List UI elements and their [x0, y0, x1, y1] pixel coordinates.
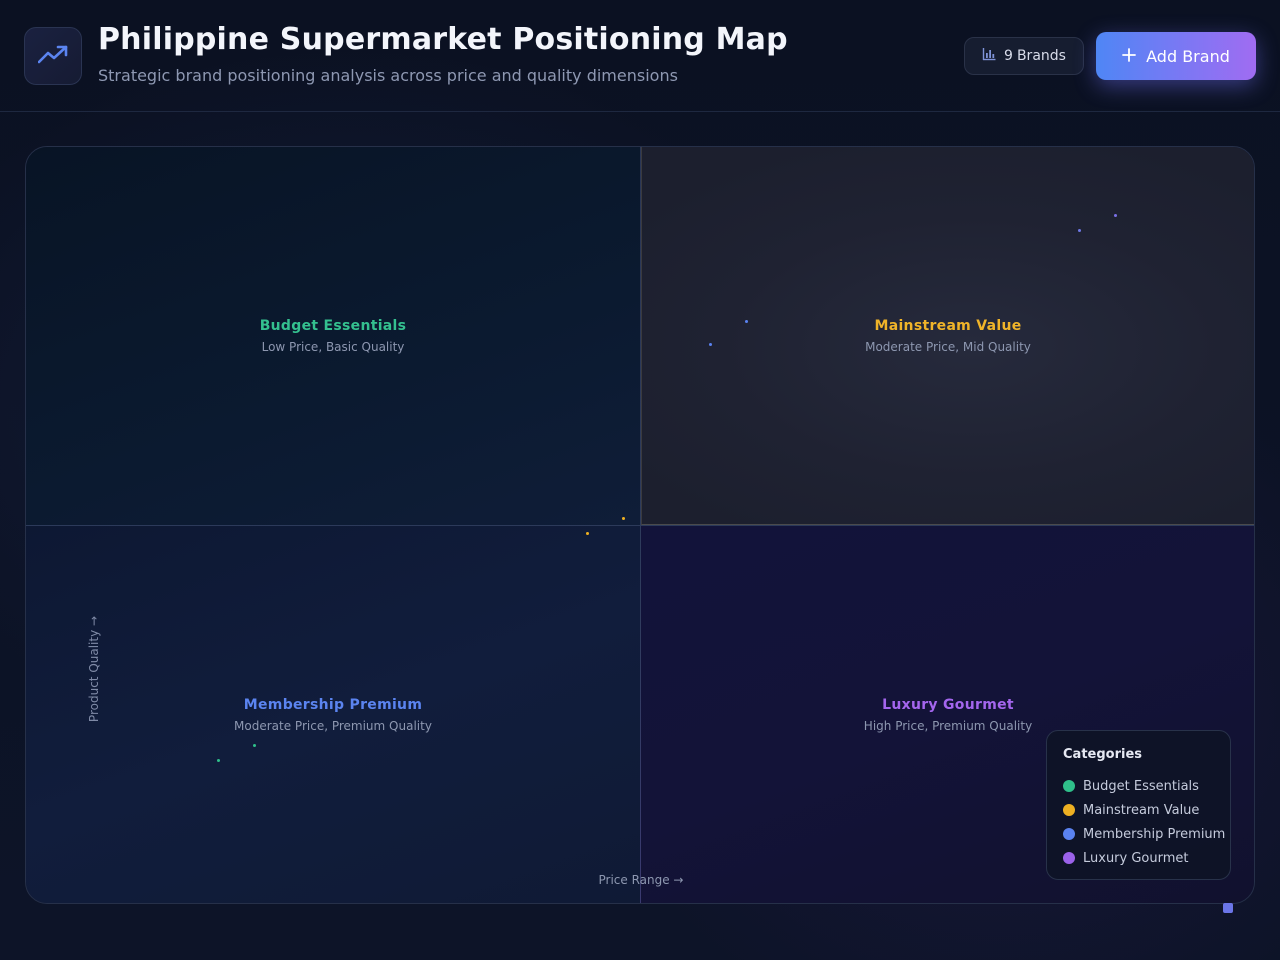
brands-count-badge: 9 Brands — [964, 37, 1084, 75]
page-subtitle: Strategic brand positioning analysis acr… — [98, 66, 678, 85]
legend-label: Mainstream Value — [1083, 802, 1200, 818]
brand-marker[interactable] — [622, 517, 625, 520]
quadrant-description: Moderate Price, Premium Quality — [234, 719, 432, 733]
legend-item-luxury-gourmet: Luxury Gourmet — [1063, 846, 1214, 870]
plus-icon — [1122, 47, 1137, 66]
brand-marker[interactable] — [745, 320, 748, 323]
quadrant-title: Membership Premium — [243, 697, 423, 713]
brand-marker[interactable] — [586, 532, 589, 535]
legend: Categories Budget Essentials Mainstream … — [1046, 730, 1231, 880]
quadrant-description: Moderate Price, Mid Quality — [865, 340, 1031, 354]
legend-item-mainstream-value: Mainstream Value — [1063, 798, 1214, 822]
app-root: Philippine Supermarket Positioning Map S… — [0, 0, 1280, 960]
add-brand-label: Add Brand — [1146, 46, 1230, 66]
legend-swatch — [1063, 852, 1075, 864]
brands-count: 9 — [1004, 48, 1013, 64]
legend-label: Membership Premium — [1083, 826, 1226, 842]
quadrant-label-membership-premium: Membership Premium Moderate Price, Premi… — [173, 697, 493, 733]
app-logo — [24, 27, 82, 85]
brand-marker[interactable] — [253, 744, 256, 747]
x-axis-label: Price Range → — [598, 873, 684, 887]
add-brand-button[interactable]: Add Brand — [1096, 32, 1256, 80]
quadrant-title: Budget Essentials — [259, 318, 407, 334]
brand-marker[interactable] — [1078, 229, 1081, 232]
quadrant-title: Luxury Gourmet — [882, 697, 1014, 713]
y-axis-label: Product Quality → — [87, 615, 101, 723]
legend-label: Luxury Gourmet — [1083, 850, 1189, 866]
legend-item-membership-premium: Membership Premium — [1063, 822, 1225, 846]
quadrant-label-budget-essentials: Budget Essentials Low Price, Basic Quali… — [173, 318, 493, 354]
bar-chart-icon — [982, 47, 996, 65]
legend-title: Categories — [1063, 747, 1143, 762]
header: Philippine Supermarket Positioning Map S… — [0, 0, 1280, 112]
legend-swatch — [1063, 828, 1075, 840]
quadrant-label-mainstream-value: Mainstream Value Moderate Price, Mid Qua… — [788, 318, 1108, 354]
page-title: Philippine Supermarket Positioning Map — [98, 22, 788, 57]
legend-swatch — [1063, 804, 1075, 816]
quadrant-title: Mainstream Value — [874, 318, 1022, 334]
quadrant-label-luxury-gourmet: Luxury Gourmet High Price, Premium Quali… — [788, 697, 1108, 733]
trending-up-icon — [37, 44, 68, 68]
legend-label: Budget Essentials — [1083, 778, 1199, 794]
brand-marker[interactable] — [709, 343, 712, 346]
quadrant-description: Low Price, Basic Quality — [261, 340, 405, 354]
legend-swatch — [1063, 780, 1075, 792]
brand-marker[interactable] — [217, 759, 220, 762]
legend-item-budget-essentials: Budget Essentials — [1063, 774, 1214, 798]
brands-count-label: Brands — [1016, 48, 1066, 64]
resize-handle[interactable] — [1223, 903, 1233, 913]
brand-marker[interactable] — [1114, 214, 1117, 217]
vertical-axis-line — [640, 147, 641, 903]
